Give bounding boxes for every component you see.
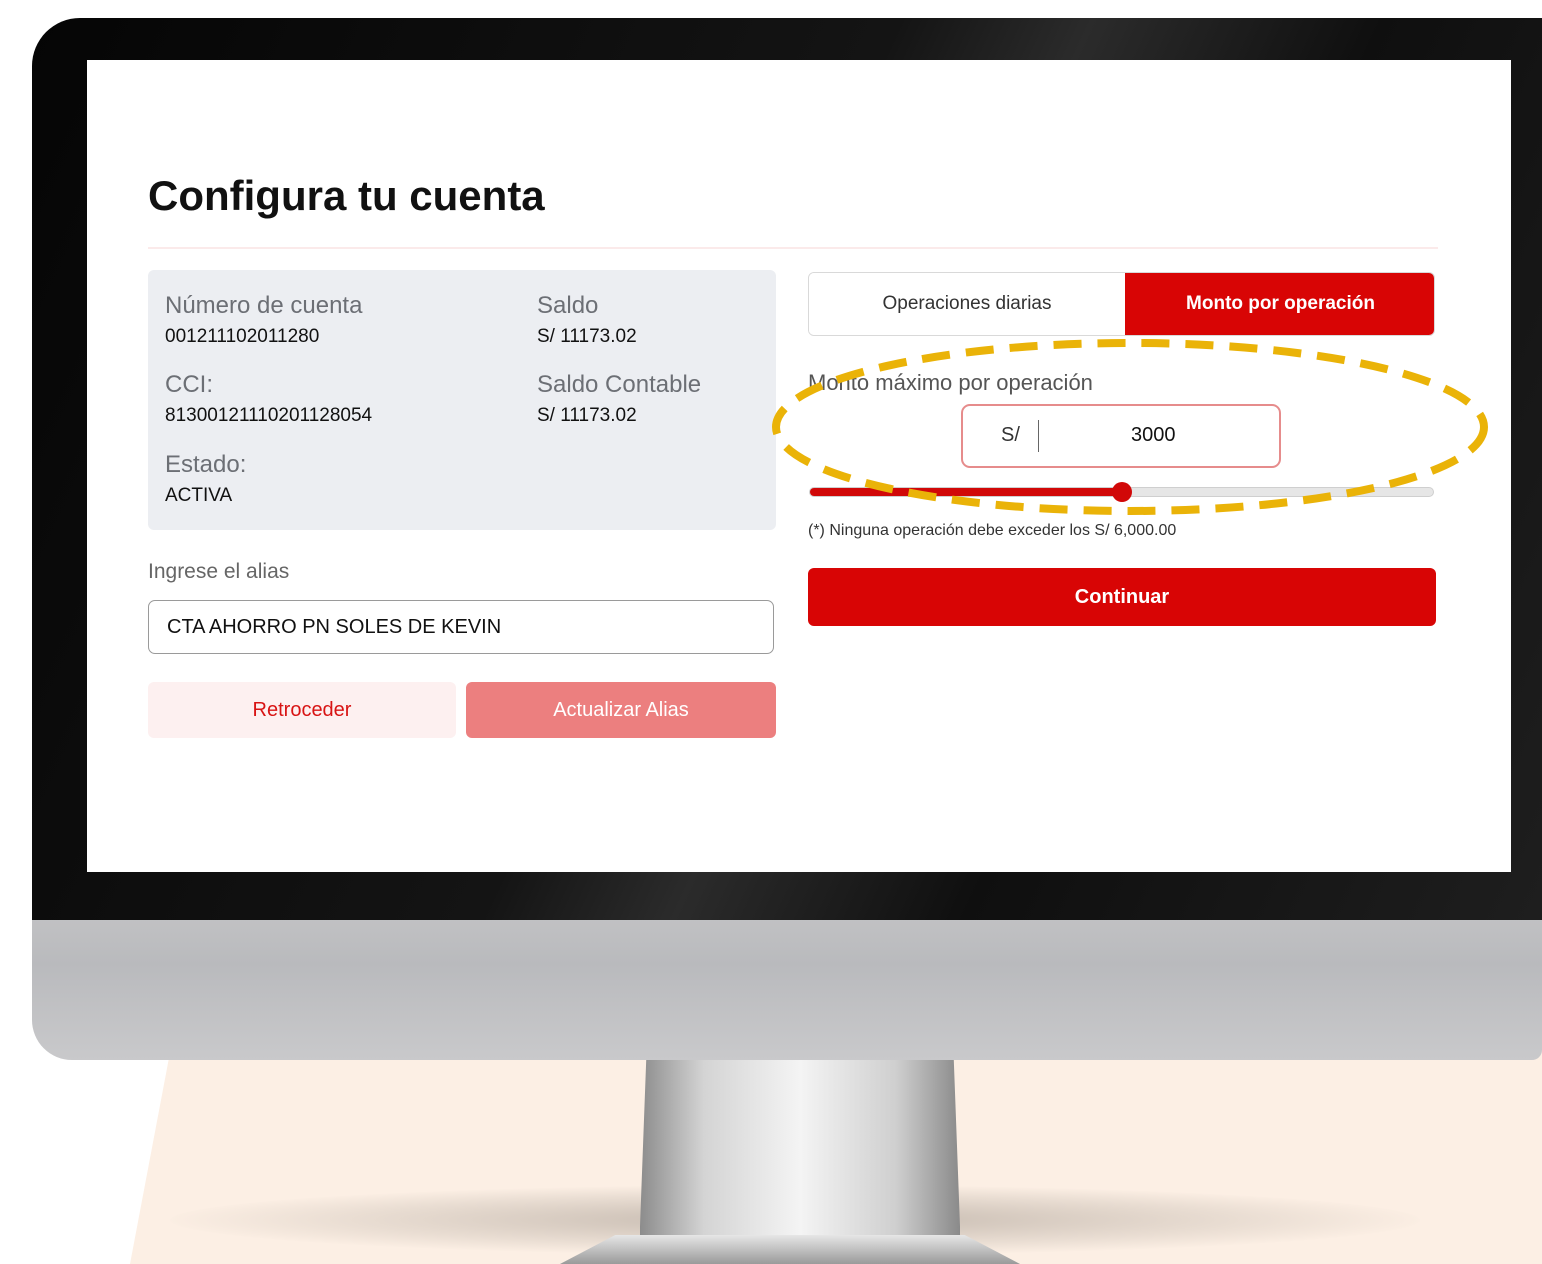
accounting-balance-field: Saldo Contable S/ 11173.02: [537, 371, 701, 427]
slider-handle[interactable]: [1111, 482, 1132, 502]
update-alias-button[interactable]: Actualizar Alias: [466, 682, 776, 738]
status-value: ACTIVA: [165, 485, 233, 506]
monitor-stand: [640, 1055, 960, 1264]
tab-amount-per-operation[interactable]: Monto por operación: [1125, 273, 1434, 335]
title-divider: [148, 247, 1438, 249]
balance-field: Saldo S/ 11173.02: [537, 292, 637, 348]
status-field: Estado: ACTIVA: [165, 451, 246, 507]
amount-value[interactable]: 3000: [1131, 424, 1176, 447]
alias-input[interactable]: [148, 600, 774, 654]
monitor-chin: [32, 900, 1542, 1060]
account-info-card: Número de cuenta 001211102011280 Saldo S…: [148, 270, 776, 530]
page-title: Configura tu cuenta: [148, 172, 545, 219]
cci-value: 81300121110201128054: [165, 405, 373, 426]
alias-label: Ingrese el alias: [148, 560, 290, 583]
amount-input[interactable]: S/ 3000: [961, 404, 1281, 468]
currency-prefix: S/: [1001, 424, 1020, 446]
app-screen: Configura tu cuenta Número de cuenta 001…: [87, 60, 1511, 872]
cci-field: CCI: 81300121110201128054: [165, 371, 372, 427]
accounting-balance-value: S/ 11173.02: [537, 405, 637, 426]
status-label: Estado:: [165, 451, 247, 478]
slider-fill: [810, 488, 1122, 496]
limit-tabs: Operaciones diarias Monto por operación: [808, 272, 1435, 336]
account-number-value: 001211102011280: [165, 326, 320, 347]
prefix-divider: [1038, 420, 1039, 452]
tab-daily-operations[interactable]: Operaciones diarias: [809, 273, 1125, 335]
continue-button[interactable]: Continuar: [808, 568, 1436, 626]
amount-slider[interactable]: [809, 482, 1434, 502]
account-number-field: Número de cuenta 001211102011280: [165, 292, 362, 348]
cci-label: CCI:: [165, 371, 213, 398]
balance-label: Saldo: [537, 292, 599, 319]
limit-note: (*) Ninguna operación debe exceder los S…: [808, 522, 1177, 539]
accounting-balance-label: Saldo Contable: [537, 371, 702, 398]
account-number-label: Número de cuenta: [165, 292, 363, 319]
balance-value: S/ 11173.02: [537, 326, 637, 347]
back-button[interactable]: Retroceder: [148, 682, 456, 738]
max-amount-label: Monto máximo por operación: [808, 370, 1093, 395]
monitor-stand-base: [560, 1235, 1020, 1264]
